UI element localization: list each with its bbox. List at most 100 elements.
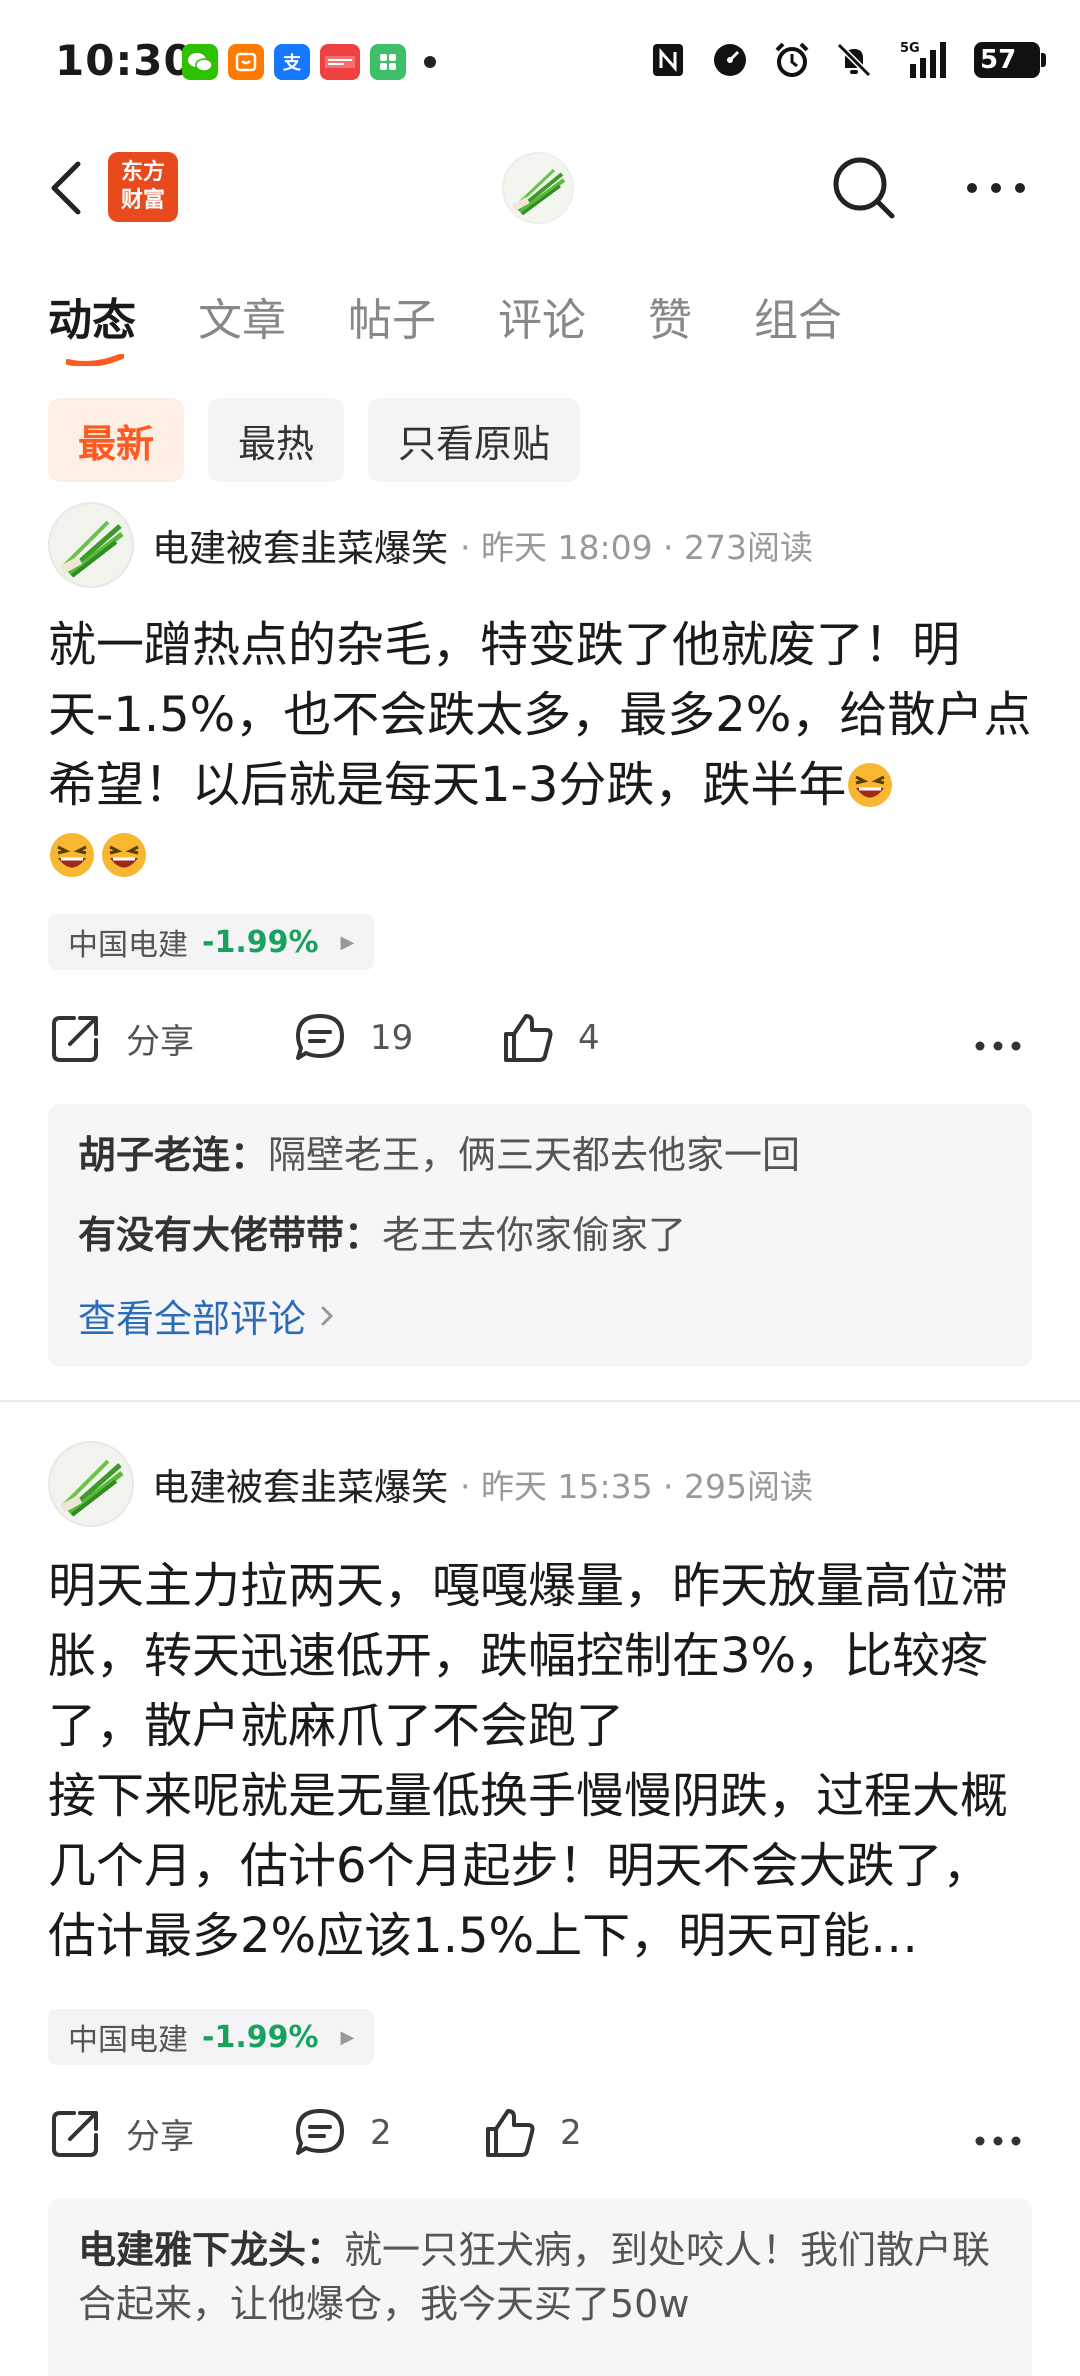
tab-posts[interactable]: 帖子 — [348, 284, 436, 348]
comment-count: 2 — [370, 2113, 392, 2153]
tab-likes[interactable]: 赞 — [648, 284, 692, 348]
comment-item[interactable]: 电建雅下龙头：就一只狂犬病，到处咬人！我们散户联合起来，让他爆仓，我今天买了50… — [78, 2223, 1002, 2331]
comment-item[interactable]: 有没有大佬带带：老王去你家偷家了 — [78, 1208, 1002, 1262]
more-horizontal-icon — [975, 2136, 1021, 2146]
post-meta: · 昨天 18:09 · 273阅读 — [460, 528, 814, 567]
tab-articles[interactable]: 文章 — [198, 284, 286, 348]
comment-button[interactable]: 2 — [292, 2105, 392, 2161]
like-count: 4 — [578, 1018, 600, 1058]
tab-portfolio[interactable]: 组合 — [754, 284, 842, 348]
chevron-right-icon — [321, 1306, 334, 1325]
status-time: 10:30 — [55, 36, 194, 85]
post-actions: 分享 2 2 — [48, 2105, 1032, 2175]
signal-icon: 5G — [896, 40, 952, 80]
network-type: 5G — [900, 41, 920, 56]
status-app-icons: 支 — [182, 44, 436, 80]
alipay-icon: 支 — [274, 44, 310, 80]
author-name[interactable]: 电建被套韭菜爆笑 — [152, 518, 448, 572]
back-button[interactable] — [44, 158, 94, 218]
filter-original-only[interactable]: 只看原贴 — [368, 398, 581, 482]
play-arrow-icon: ▶ — [340, 931, 355, 953]
tab-label: 评论 — [498, 295, 586, 346]
divider — [0, 1400, 1080, 1402]
share-icon — [52, 2111, 98, 2157]
like-button[interactable]: 2 — [482, 2105, 582, 2161]
chevron-left-icon — [51, 161, 81, 215]
stock-tag[interactable]: 中国电建 -1.99% ▶ — [48, 2009, 375, 2065]
toutiao-icon — [320, 44, 360, 80]
view-all-comments-link[interactable]: 查看全部评论 — [78, 1288, 1002, 1343]
comment-count: 19 — [370, 1018, 414, 1058]
stock-change: -1.99% — [202, 2019, 319, 2055]
like-button[interactable]: 4 — [500, 1010, 600, 1066]
status-bar: 10:30 支 5G 57 — [0, 0, 1080, 128]
top-nav: 东方 财富 — [0, 140, 1080, 236]
post-content[interactable]: 明天主力拉两天，嘎嘎爆量，昨天放量高位滞胀，转天迅速低开，跌幅控制在3%，比较疼… — [48, 1551, 1032, 1971]
chives-avatar-icon — [59, 520, 124, 578]
active-tab-indicator — [66, 354, 124, 366]
post-actions: 分享 19 4 — [48, 1010, 1032, 1080]
author-avatar[interactable] — [48, 502, 134, 588]
more-horizontal-icon — [975, 1041, 1021, 1051]
tab-dynamic[interactable]: 动态 — [48, 284, 136, 366]
search-button[interactable] — [830, 154, 898, 222]
play-arrow-icon: ▶ — [340, 2026, 355, 2048]
profile-avatar[interactable] — [502, 152, 574, 224]
chives-avatar-icon — [512, 168, 566, 216]
comment-user[interactable]: 胡子老连： — [78, 1133, 268, 1177]
status-indicators: 5G 57 — [648, 40, 1046, 80]
filter-latest[interactable]: 最新 — [48, 398, 185, 482]
more-options-button[interactable] — [964, 168, 1028, 208]
tab-label: 文章 — [198, 295, 286, 346]
post-more-button[interactable] — [974, 2133, 1022, 2152]
more-notifications-dot — [424, 56, 436, 68]
wechat-icon — [182, 44, 218, 80]
filter-hot[interactable]: 最热 — [208, 398, 345, 482]
laughing-emoji-icon — [100, 828, 148, 877]
post-more-button[interactable] — [974, 1038, 1022, 1057]
comment-preview: 胡子老连：隔壁老王，俩三天都去他家一回 有没有大佬带带：老王去你家偷家了 查看全… — [48, 1104, 1032, 1367]
post-header: 电建被套韭菜爆笑 · 昨天 18:09 · 273阅读 — [48, 502, 813, 588]
author-avatar[interactable] — [48, 1441, 134, 1527]
tab-comments[interactable]: 评论 — [498, 284, 586, 348]
view-all-label: 查看全部评论 — [78, 1297, 307, 1341]
stock-name: 中国电建 — [68, 928, 188, 963]
comment-text: 老王去你家偷家了 — [382, 1213, 687, 1257]
comment-icon — [296, 1014, 344, 1060]
comment-button[interactable]: 19 — [292, 1010, 413, 1066]
stock-name: 中国电建 — [68, 2023, 188, 2058]
alarm-icon — [772, 40, 812, 80]
tab-label: 组合 — [754, 295, 842, 346]
share-label: 分享 — [126, 2116, 194, 2157]
share-button[interactable]: 分享 — [48, 1010, 194, 1066]
filter-chips: 最新 最热 只看原贴 — [48, 398, 581, 482]
post-meta: · 昨天 15:35 · 295阅读 — [460, 1467, 814, 1506]
share-button[interactable]: 分享 — [48, 2105, 194, 2161]
tab-label: 动态 — [48, 295, 136, 346]
stock-tag[interactable]: 中国电建 -1.99% ▶ — [48, 914, 375, 970]
author-name[interactable]: 电建被套韭菜爆笑 — [152, 1457, 448, 1511]
speed-icon — [710, 40, 750, 80]
tab-label: 赞 — [648, 295, 692, 346]
thumbs-up-icon — [504, 1014, 553, 1062]
eastmoney-logo[interactable]: 东方 财富 — [108, 152, 178, 222]
logo-text-2: 财富 — [120, 188, 165, 213]
post-content[interactable]: 就一蹭热点的杂毛，特变跌了他就废了！明天-1.5%，也不会跌太多，最多2%，给散… — [48, 610, 1032, 890]
thumbs-up-icon — [486, 2109, 535, 2157]
share-label: 分享 — [126, 1021, 194, 1062]
laughing-emoji-icon — [846, 758, 894, 807]
mute-icon — [834, 40, 874, 80]
comment-user[interactable]: 有没有大佬带带： — [78, 1213, 382, 1257]
post-paragraph: 明天主力拉两天，嘎嘎爆量，昨天放量高位滞胀，转天迅速低开，跌幅控制在3%，比较疼… — [48, 1558, 1009, 1754]
taobao-icon — [228, 44, 264, 80]
battery-indicator: 57 — [974, 42, 1046, 78]
like-count: 2 — [560, 2113, 582, 2153]
share-icon — [52, 1016, 98, 1062]
comment-preview: 电建雅下龙头：就一只狂犬病，到处咬人！我们散户联合起来，让他爆仓，我今天买了50… — [48, 2199, 1032, 2376]
stock-change: -1.99% — [202, 924, 319, 960]
comment-item[interactable]: 胡子老连：隔壁老王，俩三天都去他家一回 — [78, 1128, 1002, 1182]
comment-text: 隔壁老王，俩三天都去他家一回 — [268, 1133, 801, 1177]
post-header: 电建被套韭菜爆笑 · 昨天 15:35 · 295阅读 — [48, 1441, 813, 1527]
logo-text-1: 东方 — [120, 160, 165, 185]
comment-user[interactable]: 电建雅下龙头： — [78, 2228, 344, 2272]
